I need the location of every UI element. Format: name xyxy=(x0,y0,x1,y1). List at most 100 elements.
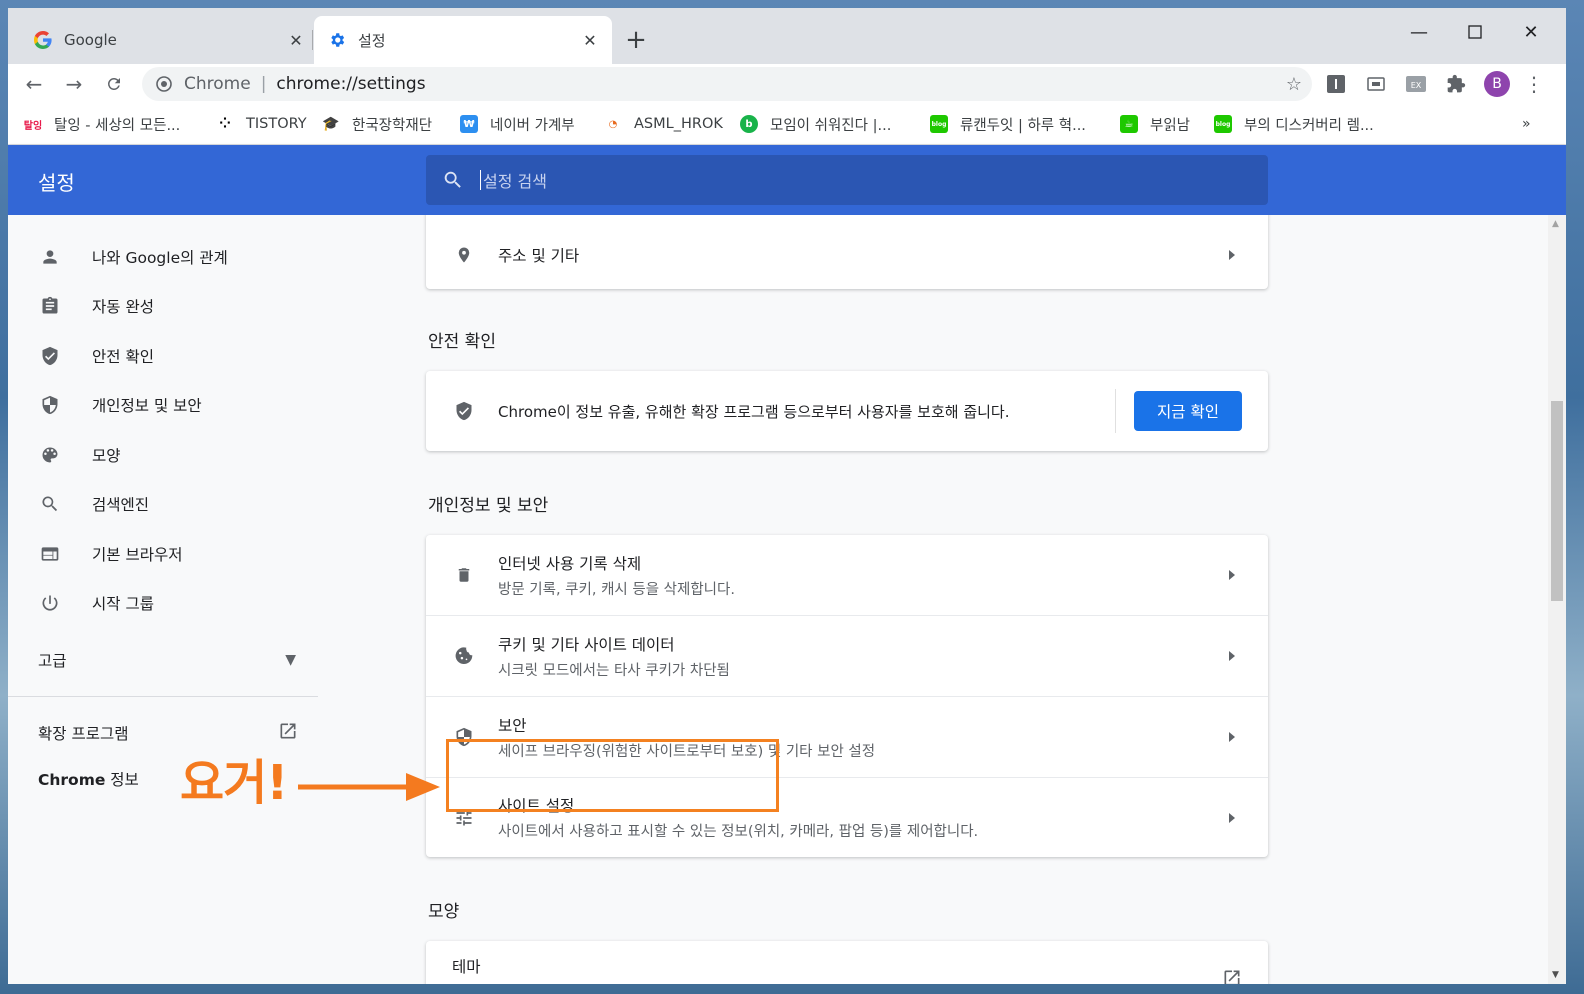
bookmark-item[interactable]: ◔ ASML_HROK xyxy=(604,112,723,136)
search-icon xyxy=(442,169,466,191)
row-title: 주소 및 기타 xyxy=(498,247,580,265)
maximize-icon[interactable] xyxy=(1452,16,1498,48)
sidebar-about-chrome[interactable]: Chrome 정보 xyxy=(38,768,139,790)
taling-icon: 탈잉 xyxy=(23,120,43,132)
section-title-safety: 안전 확인 xyxy=(428,332,496,352)
bookmark-star-icon[interactable]: ☆ xyxy=(1286,74,1302,95)
clear-browsing-data-row[interactable]: 인터넷 사용 기록 삭제 방문 기록, 쿠키, 캐시 등을 삭제합니다. xyxy=(426,535,1268,615)
bookmark-item[interactable]: 탈잉 탈잉 - 세상의 모든... xyxy=(24,112,180,136)
scroll-down-icon[interactable]: ▼ xyxy=(1552,970,1559,980)
extension-ex-icon[interactable]: EX xyxy=(1404,72,1428,96)
bookmark-label: ASML_HROK xyxy=(634,116,723,132)
tistory-icon: ⁘ xyxy=(219,116,231,132)
sidebar-item-label: 자동 완성 xyxy=(92,298,154,316)
minimize-icon[interactable]: — xyxy=(1396,16,1442,48)
page-scrollbar[interactable]: ▲ ▼ xyxy=(1548,215,1566,984)
blog-icon: blog xyxy=(1214,115,1232,133)
back-icon[interactable]: ← xyxy=(18,68,50,100)
asml-icon: ◔ xyxy=(608,118,618,130)
new-tab-button[interactable]: + xyxy=(620,24,652,56)
bookmark-item[interactable]: 🎓 한국장학재단 xyxy=(322,112,432,136)
dropdown-arrow-icon: ▼ xyxy=(285,652,296,668)
sidebar-item-label: 개인정보 및 보안 xyxy=(92,397,202,415)
about-bold: Chrome xyxy=(38,771,106,789)
browser-icon xyxy=(38,542,62,566)
sidebar-item-google[interactable]: 나와 Google의 관계 xyxy=(38,237,228,277)
toolbar: ← → Chrome | chrome://settings ☆ EX B ⋮ xyxy=(8,64,1566,104)
bookmark-item[interactable]: ⁘ TISTORY xyxy=(216,112,307,136)
extensions-label: 확장 프로그램 xyxy=(38,725,129,743)
sidebar-item-label: 검색엔진 xyxy=(92,496,150,514)
tab-separator xyxy=(312,30,313,50)
blog-icon: blog xyxy=(930,115,948,133)
person-icon xyxy=(38,245,62,269)
sidebar-item-privacy[interactable]: 개인정보 및 보안 xyxy=(38,385,202,425)
bookmark-label: 류캔두잇 | 하루 혁... xyxy=(960,117,1086,134)
address-row[interactable]: 주소 및 기타 xyxy=(426,221,1268,289)
sidebar-item-startup[interactable]: 시작 그룹 xyxy=(38,583,154,623)
close-tab-icon[interactable]: ✕ xyxy=(284,31,308,50)
more-bookmarks-icon[interactable]: » xyxy=(1522,116,1531,132)
appearance-card: 테마 xyxy=(426,941,1268,984)
text-caret xyxy=(480,170,481,190)
chrome-logo-icon xyxy=(156,76,174,92)
cookies-row[interactable]: 쿠키 및 기타 사이트 데이터 시크릿 모드에서는 타사 쿠키가 차단됨 xyxy=(426,616,1268,696)
check-now-button[interactable]: 지금 확인 xyxy=(1134,391,1242,431)
bookmark-item[interactable]: blog 류캔두잇 | 하루 혁... xyxy=(930,112,1086,136)
sidebar-item-appearance[interactable]: 모양 xyxy=(38,435,121,475)
settings-content: 나와 Google의 관계 자동 완성 안전 확인 개인정보 및 보안 모양 검… xyxy=(8,215,1548,984)
scroll-up-icon[interactable]: ▲ xyxy=(1552,219,1559,229)
bookmark-item[interactable]: blog 부의 디스커버리 렘... xyxy=(1214,112,1374,136)
menu-kebab-icon[interactable]: ⋮ xyxy=(1524,71,1544,97)
scrollbar-thumb[interactable] xyxy=(1551,401,1563,601)
bookmark-item[interactable]: b 모임이 쉬워진다 |... xyxy=(740,112,891,136)
power-icon xyxy=(38,591,62,615)
address-bar[interactable]: Chrome | chrome://settings ☆ xyxy=(142,67,1312,101)
arrow-right-icon xyxy=(1222,250,1242,260)
about-rest: 정보 xyxy=(105,771,139,789)
tab-google[interactable]: Google ✕ xyxy=(20,16,318,64)
bookmarks-bar: 탈잉 탈잉 - 세상의 모든... ⁘ TISTORY 🎓 한국장학재단 ₩ 네… xyxy=(8,104,1566,145)
theme-row[interactable]: 테마 xyxy=(426,941,1268,984)
row-subtitle: 방문 기록, 쿠키, 캐시 등을 삭제합니다. xyxy=(498,581,735,598)
arrow-right-icon xyxy=(1222,570,1242,580)
close-tab-icon[interactable]: ✕ xyxy=(578,31,602,50)
annotation-text: 요거! xyxy=(180,755,288,811)
section-title-privacy: 개인정보 및 보안 xyxy=(428,496,549,516)
extension-reader-icon[interactable] xyxy=(1364,72,1388,96)
tab-strip: Google ✕ 설정 ✕ + — ✕ xyxy=(8,8,1566,64)
bookmark-item[interactable]: ₩ 네이버 가계부 xyxy=(460,112,575,136)
row-title: 보안 xyxy=(498,716,527,735)
row-title: 쿠키 및 기타 사이트 데이터 xyxy=(498,635,675,654)
sidebar-item-safety[interactable]: 안전 확인 xyxy=(38,336,154,376)
extension-i-icon[interactable] xyxy=(1324,72,1348,96)
close-window-icon[interactable]: ✕ xyxy=(1508,16,1554,48)
sidebar-advanced-toggle[interactable]: 고급 ▼ xyxy=(38,645,296,675)
coffee-icon: ☕ xyxy=(1120,115,1138,133)
tab-settings[interactable]: 설정 ✕ xyxy=(314,16,612,64)
extensions-puzzle-icon[interactable] xyxy=(1444,72,1468,96)
forward-icon[interactable]: → xyxy=(58,68,90,100)
url-text: chrome://settings xyxy=(276,74,426,94)
vertical-divider xyxy=(1115,389,1116,433)
shield-icon xyxy=(38,393,62,417)
chrome-window: Google ✕ 설정 ✕ + — ✕ ← → Chrome | chrome:… xyxy=(8,8,1566,984)
row-title: 인터넷 사용 기록 삭제 xyxy=(498,554,642,573)
tab-title: 설정 xyxy=(358,31,386,50)
sidebar-item-autofill[interactable]: 자동 완성 xyxy=(38,286,154,326)
highlight-box xyxy=(446,739,779,812)
clipboard-icon xyxy=(38,294,62,318)
sidebar-item-default-browser[interactable]: 기본 브라우저 xyxy=(38,534,183,574)
shield-check-icon xyxy=(452,399,476,423)
bookmark-label: 탈잉 - 세상의 모든... xyxy=(54,117,181,134)
google-g-icon xyxy=(34,31,52,49)
sidebar-item-search-engine[interactable]: 검색엔진 xyxy=(38,484,149,524)
settings-search-input[interactable]: 설정 검색 xyxy=(426,155,1268,205)
profile-avatar[interactable]: B xyxy=(1484,71,1510,97)
advanced-label: 고급 xyxy=(38,652,67,670)
bookmark-label: 한국장학재단 xyxy=(352,117,433,134)
bookmark-item[interactable]: ☕ 부읽남 xyxy=(1120,112,1190,136)
reload-icon[interactable] xyxy=(98,68,130,100)
palette-icon xyxy=(38,443,62,467)
search-placeholder: 설정 검색 xyxy=(483,172,547,191)
